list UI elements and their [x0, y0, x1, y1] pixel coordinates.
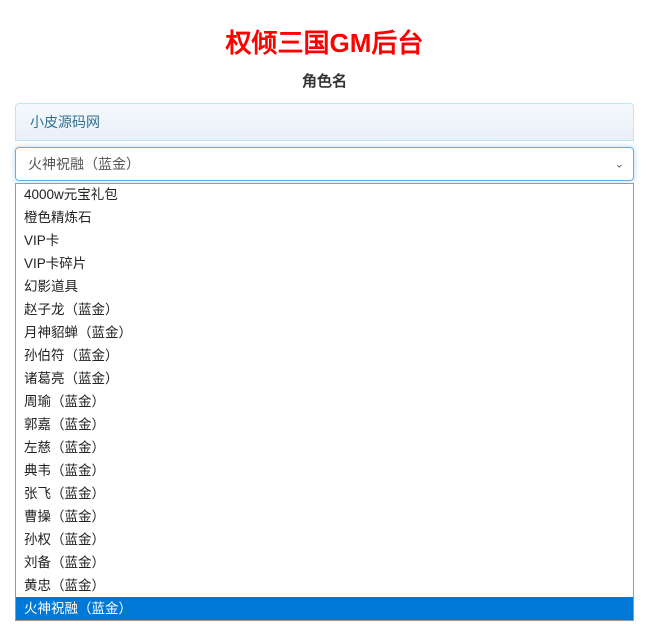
dropdown-option[interactable]: 郭嘉（蓝金） [16, 413, 633, 436]
dropdown-option[interactable]: 黄忠（蓝金） [16, 574, 633, 597]
dropdown-option[interactable]: 刘备（蓝金） [16, 551, 633, 574]
dropdown-option[interactable]: 孙权（蓝金） [16, 528, 633, 551]
dropdown-option[interactable]: VIP卡 [16, 229, 633, 252]
dropdown-option[interactable]: 橙色精炼石 [16, 206, 633, 229]
select-wrapper: ⌄ [15, 147, 634, 181]
dropdown-option[interactable]: 典韦（蓝金） [16, 459, 633, 482]
main-container: 权倾三国GM后台 角色名 小皮源码网 ⌄ 20亿礼包4000w元宝礼包橙色精炼石… [15, 15, 634, 621]
dropdown-option[interactable]: 周瑜（蓝金） [16, 390, 633, 413]
dropdown-option[interactable]: 张飞（蓝金） [16, 482, 633, 505]
dropdown-option[interactable]: VIP卡碎片 [16, 252, 633, 275]
page-subtitle: 角色名 [15, 70, 634, 103]
dropdown-option[interactable]: 幻影道具 [16, 275, 633, 298]
panel-heading: 小皮源码网 [15, 103, 634, 141]
item-select[interactable] [15, 147, 634, 181]
dropdown-list[interactable]: 20亿礼包4000w元宝礼包橙色精炼石VIP卡VIP卡碎片幻影道具赵子龙（蓝金）… [15, 183, 634, 621]
dropdown-option[interactable]: 月神貂蝉（蓝金） [16, 321, 633, 344]
dropdown-option[interactable]: 诸葛亮（蓝金） [16, 367, 633, 390]
page-title: 权倾三国GM后台 [15, 15, 634, 70]
dropdown-option[interactable]: 孙伯符（蓝金） [16, 344, 633, 367]
dropdown-option[interactable]: 火神祝融（蓝金） [16, 597, 633, 620]
dropdown-option[interactable]: 曹操（蓝金） [16, 505, 633, 528]
dropdown-option[interactable]: 左慈（蓝金） [16, 436, 633, 459]
dropdown-option[interactable]: 赵子龙（蓝金） [16, 298, 633, 321]
dropdown-option[interactable]: 4000w元宝礼包 [16, 183, 633, 206]
